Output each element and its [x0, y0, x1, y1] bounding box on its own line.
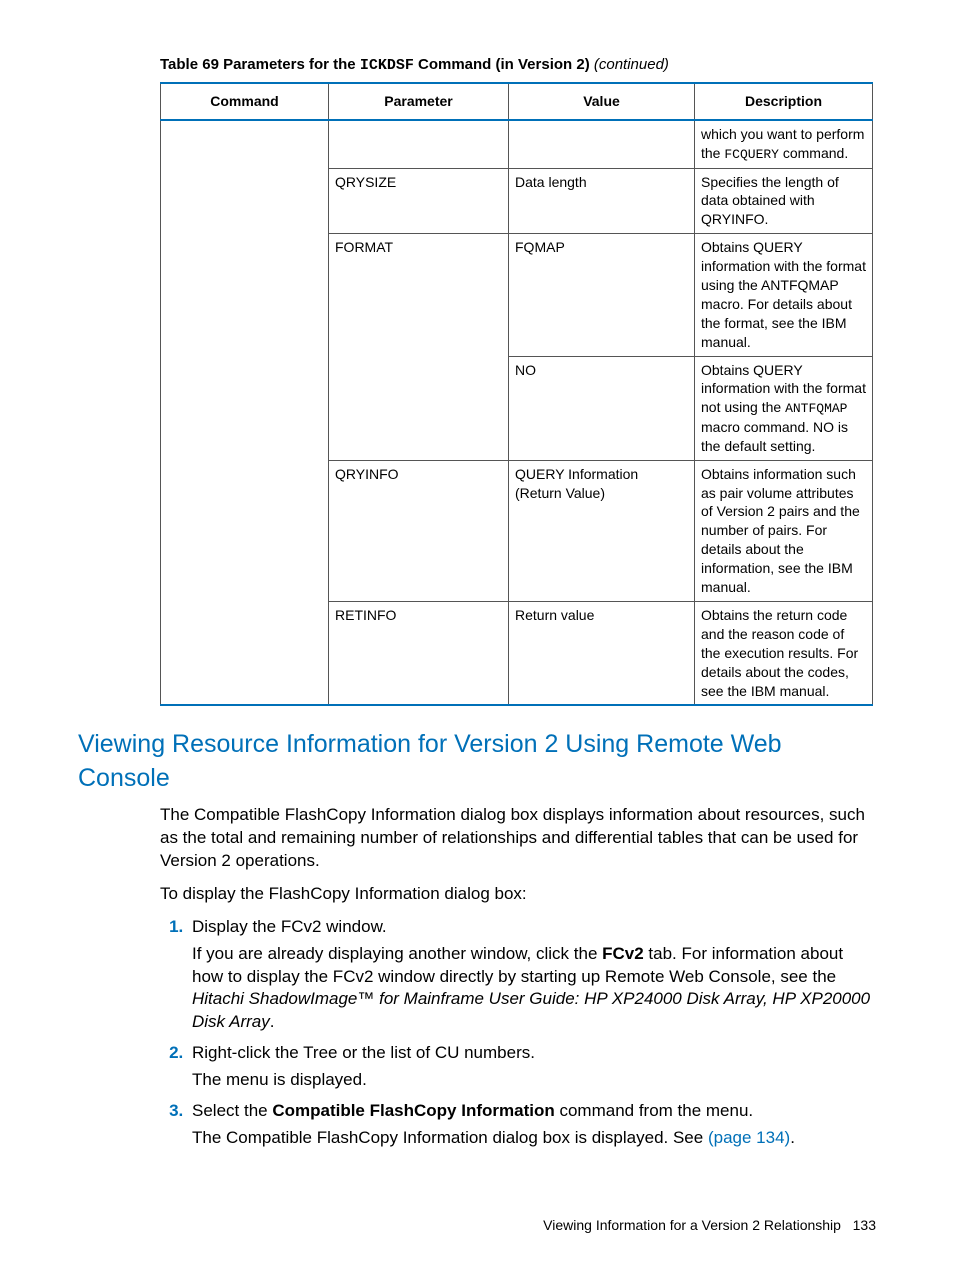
desc-code: FCQUERY — [724, 147, 779, 162]
text: Select the — [192, 1101, 272, 1120]
text: . — [790, 1128, 795, 1147]
cell-description: Obtains the return code and the reason c… — [695, 601, 873, 705]
cell-value — [509, 120, 695, 168]
section-heading: Viewing Resource Information for Version… — [78, 728, 876, 796]
desc-post: command. — [779, 145, 848, 161]
cell-description: Specifies the length of data obtained wi… — [695, 168, 873, 234]
table-row: which you want to perform the FCQUERY co… — [161, 120, 873, 168]
cell-description: which you want to perform the FCQUERY co… — [695, 120, 873, 168]
body-paragraph: The Compatible FlashCopy Information dia… — [160, 804, 876, 873]
desc-pre: Obtains information such as pair volume … — [701, 466, 860, 595]
step-text: Display the FCv2 window. — [192, 917, 387, 936]
text: . — [270, 1012, 275, 1031]
cell-parameter: RETINFO — [329, 601, 509, 705]
cell-parameter — [329, 120, 509, 168]
step-2: Right-click the Tree or the list of CU n… — [188, 1042, 876, 1092]
table-caption: Table 69 Parameters for the ICKDSF Comma… — [160, 55, 876, 76]
desc-post: macro command. NO is the default setting… — [701, 419, 848, 454]
parameters-table: Command Parameter Value Description whic… — [160, 82, 873, 706]
desc-pre: Obtains the return code and the reason c… — [701, 607, 858, 699]
cell-value: Return value — [509, 601, 695, 705]
bold-text: Compatible FlashCopy Information — [272, 1101, 554, 1120]
step-1: Display the FCv2 window. If you are alre… — [188, 916, 876, 1035]
cell-value: FQMAP — [509, 234, 695, 356]
text: command from the menu. — [555, 1101, 753, 1120]
text: The Compatible FlashCopy Information dia… — [192, 1128, 708, 1147]
table-header-row: Command Parameter Value Description — [161, 83, 873, 120]
bold-text: FCv2 — [602, 944, 644, 963]
desc-pre: Specifies the length of data obtained wi… — [701, 174, 839, 228]
cell-description: Obtains QUERY information with the forma… — [695, 356, 873, 460]
caption-suffix: Command (in Version 2) — [414, 56, 594, 73]
step-paragraph: The menu is displayed. — [192, 1069, 876, 1092]
cell-parameter: FORMAT — [329, 234, 509, 460]
steps-list: Display the FCv2 window. If you are alre… — [160, 916, 876, 1150]
caption-prefix: Table 69 Parameters for the — [160, 56, 360, 73]
th-description: Description — [695, 83, 873, 120]
caption-tail: (continued) — [594, 56, 669, 73]
cell-value: NO — [509, 356, 695, 460]
step-text: Right-click the Tree or the list of CU n… — [192, 1043, 535, 1062]
desc-code: ANTFQMAP — [785, 401, 847, 416]
cell-value: QUERY Information (Return Value) — [509, 460, 695, 601]
step-3: Select the Compatible FlashCopy Informat… — [188, 1100, 876, 1150]
cell-value: Data length — [509, 168, 695, 234]
th-value: Value — [509, 83, 695, 120]
cell-command — [161, 120, 329, 705]
caption-code: ICKDSF — [360, 57, 414, 74]
step-paragraph: If you are already displaying another wi… — [192, 943, 876, 1035]
cell-description: Obtains QUERY information with the forma… — [695, 234, 873, 356]
cell-parameter: QRYINFO — [329, 460, 509, 601]
footer-text: Viewing Information for a Version 2 Rela… — [543, 1217, 841, 1233]
body-paragraph: To display the FlashCopy Information dia… — [160, 883, 876, 906]
th-command: Command — [161, 83, 329, 120]
th-parameter: Parameter — [329, 83, 509, 120]
desc-pre: Obtains QUERY information with the forma… — [701, 239, 866, 349]
text: If you are already displaying another wi… — [192, 944, 602, 963]
page-footer: Viewing Information for a Version 2 Rela… — [543, 1216, 876, 1235]
step-paragraph: The Compatible FlashCopy Information dia… — [192, 1127, 876, 1150]
cell-parameter: QRYSIZE — [329, 168, 509, 234]
footer-page-number: 133 — [853, 1217, 876, 1233]
italic-citation: Hitachi ShadowImage™ for Mainframe User … — [192, 989, 870, 1031]
cell-description: Obtains information such as pair volume … — [695, 460, 873, 601]
page-link[interactable]: (page 134) — [708, 1128, 790, 1147]
